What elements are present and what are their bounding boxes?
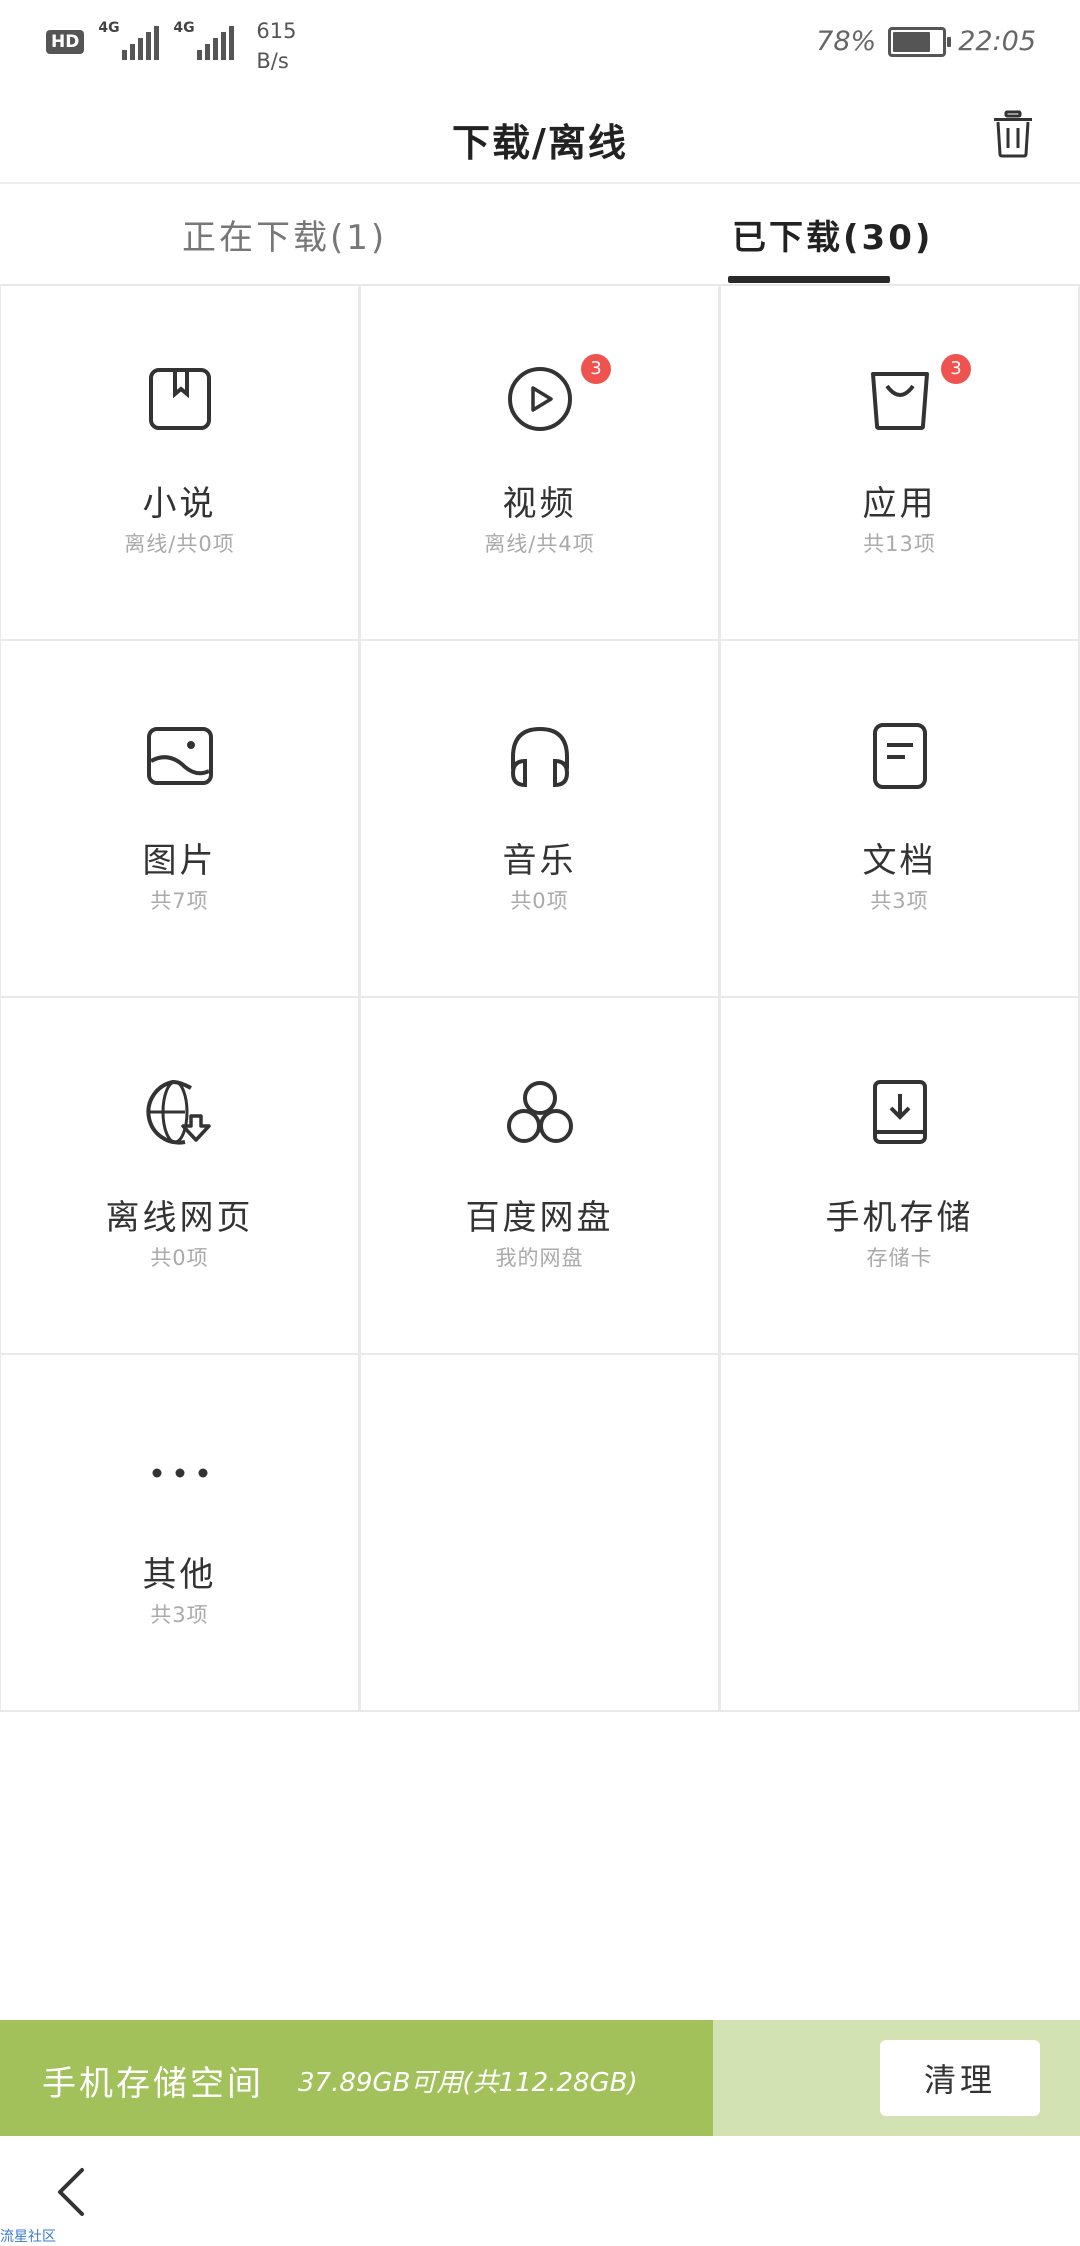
category-count: 离线/共4项	[484, 532, 595, 556]
globe-download-icon	[145, 1079, 211, 1145]
storage-download-icon	[872, 1080, 927, 1144]
clean-button[interactable]: 清理	[880, 2040, 1040, 2116]
status-bar: HD 4G 4G 615 B/s 78% 22:05	[0, 0, 1080, 86]
category-count: 共3项	[150, 1603, 209, 1627]
title-bar: 下载/离线	[0, 86, 1080, 184]
category-baidu-netdisk[interactable]: 百度网盘 我的网盘	[360, 998, 720, 1355]
category-count: 共0项	[150, 1246, 209, 1270]
category-count: 共13项	[863, 532, 936, 556]
signal-strength-icon: 4G	[98, 20, 160, 60]
battery-icon	[888, 26, 952, 57]
category-count: 共3项	[870, 889, 929, 913]
category-label: 其他	[142, 1555, 217, 1595]
storage-info: 37.89GB可用(共112.28GB)	[298, 2068, 638, 2098]
category-label: 音乐	[502, 841, 577, 881]
category-label: 应用	[862, 484, 937, 524]
book-icon	[148, 368, 211, 430]
category-label: 视频	[502, 484, 577, 524]
play-icon	[507, 367, 572, 431]
category-other[interactable]: 其他 共3项	[0, 1355, 360, 1712]
notification-badge: 3	[941, 354, 971, 384]
storage-bar: 手机存储空间 37.89GB可用(共112.28GB) 清理	[0, 2020, 1080, 2136]
signal-strength-icon-2: 4G	[173, 20, 235, 60]
tab-downloading[interactable]: 正在下载(1)	[182, 210, 387, 259]
category-documents[interactable]: 文档 共3项	[720, 641, 1080, 998]
category-novel[interactable]: 小说 离线/共0项	[0, 284, 360, 641]
hd-badge: HD	[46, 30, 85, 54]
category-images[interactable]: 图片 共7项	[0, 641, 360, 998]
category-count: 共7项	[150, 889, 209, 913]
category-video[interactable]: 3 视频 离线/共4项	[360, 284, 720, 641]
page-title: 下载/离线	[452, 121, 628, 165]
battery-percent: 78%	[816, 26, 877, 57]
image-icon	[146, 727, 213, 785]
category-count: 共0项	[510, 889, 569, 913]
storage-label: 手机存储空间	[42, 2064, 264, 2104]
category-phone-storage[interactable]: 手机存储 存储卡	[720, 998, 1080, 1355]
category-label: 图片	[142, 841, 217, 881]
network-type: 4G	[98, 20, 120, 36]
category-music[interactable]: 音乐 共0项	[360, 641, 720, 998]
bottom-nav	[0, 2136, 1080, 2244]
empty-cell	[360, 1355, 720, 1712]
category-count: 我的网盘	[495, 1246, 584, 1270]
notification-badge: 3	[581, 354, 611, 384]
watermark-text: 流星社区	[0, 2229, 56, 2245]
category-count: 存储卡	[866, 1246, 933, 1270]
document-icon	[872, 723, 927, 789]
category-label: 离线网页	[105, 1198, 254, 1238]
cloud-circles-icon	[506, 1081, 573, 1143]
category-apps[interactable]: 3 应用 共13项	[720, 284, 1080, 641]
clock: 22:05	[958, 26, 1036, 57]
trash-icon[interactable]	[990, 110, 1036, 158]
category-label: 小说	[142, 484, 217, 524]
headphones-icon	[510, 726, 569, 788]
tab-bar: 正在下载(1) 已下载(30)	[0, 184, 1080, 286]
back-icon[interactable]	[52, 2166, 92, 2218]
network-speed: 615 B/s	[256, 19, 297, 73]
category-label: 手机存储	[825, 1198, 974, 1238]
active-tab-indicator	[728, 276, 890, 283]
network-type-2: 4G	[173, 20, 195, 36]
category-offline-pages[interactable]: 离线网页 共0项	[0, 998, 360, 1355]
more-dots-icon	[152, 1468, 207, 1478]
empty-cell	[720, 1355, 1080, 1712]
tab-downloaded[interactable]: 已下载(30)	[732, 210, 933, 259]
category-grid: 小说 离线/共0项 3 视频 离线/共4项 3 应用 共13项 图片 共7项 音…	[0, 284, 1080, 1712]
category-label: 文档	[862, 841, 937, 881]
bag-icon	[870, 372, 929, 430]
category-count: 离线/共0项	[124, 532, 235, 556]
category-label: 百度网盘	[465, 1198, 614, 1238]
